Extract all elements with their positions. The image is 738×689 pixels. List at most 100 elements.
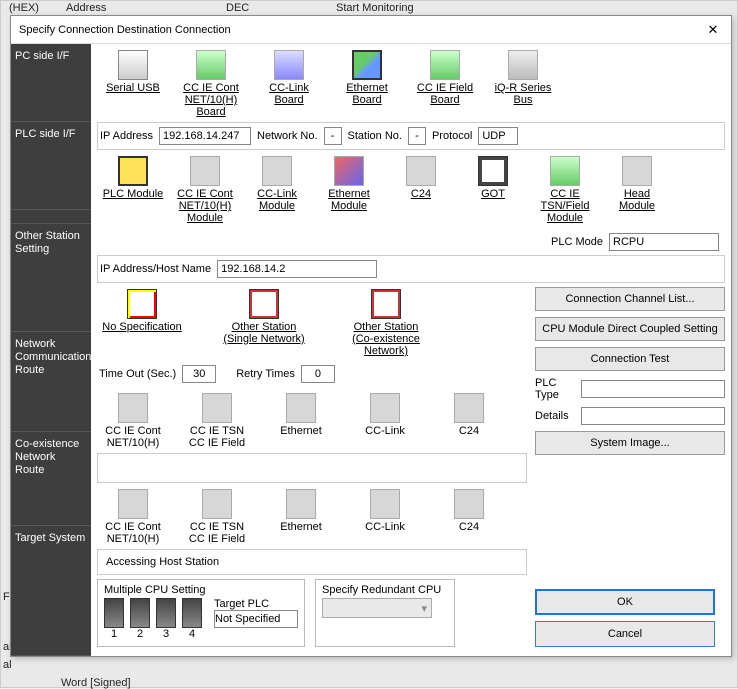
side-other: Other Station Setting [11,224,91,332]
icon-item[interactable]: GOT [461,156,525,200]
device-icon [249,289,279,319]
cpu-icon [104,598,124,628]
conn-channel-button[interactable]: Connection Channel List... [535,287,725,311]
icon-item[interactable]: CC-Link [353,489,417,533]
sysimg-button[interactable]: System Image... [535,431,725,455]
cpu-number: 2 [130,628,150,640]
icon-item[interactable]: Other Station (Co-existence Network) [345,289,427,357]
icon-item[interactable]: Other Station (Single Network) [223,289,305,345]
netno-label: Network No. [257,130,318,142]
direct-coupled-button[interactable]: CPU Module Direct Coupled Setting [535,317,725,341]
cpu-slot[interactable]: 2 [130,598,150,640]
device-icon [454,489,484,519]
icon-label: CC IE Cont NET/10(H) [101,521,165,545]
dialog-title: Specify Connection Destination Connectio… [19,24,231,36]
side-netroute: Network Communication Route [11,332,91,432]
device-icon [370,393,400,423]
device-icon [127,289,157,319]
cpu-icon [130,598,150,628]
icon-label: CC-Link [365,521,405,533]
cpu-slot[interactable]: 3 [156,598,176,640]
host-input[interactable] [217,260,377,278]
icon-item[interactable]: CC IE TSN/Field Module [533,156,597,224]
icon-label: Ethernet [280,425,322,437]
icon-item[interactable]: CC IE Cont NET/10(H) [101,393,165,449]
device-icon [550,156,580,186]
icon-item[interactable]: iQ-R Series Bus [491,50,555,106]
stano-label: Station No. [348,130,402,142]
device-icon [202,393,232,423]
plctype-input[interactable] [581,380,725,398]
icon-item[interactable]: CC-Link Module [245,156,309,212]
device-icon [334,156,364,186]
icon-label: Ethernet Module [317,188,381,212]
device-icon [406,156,436,186]
icon-item[interactable]: CC IE Cont NET/10(H) Module [173,156,237,224]
icon-item[interactable]: C24 [437,489,501,533]
icon-label: Serial USB [106,82,160,94]
details-input[interactable] [581,407,725,425]
side-pc: PC side I/F [11,44,91,122]
cpu-slot[interactable]: 4 [182,598,202,640]
icon-item[interactable]: CC IE TSN CC IE Field [185,489,249,545]
host-status: Accessing Host Station [106,556,219,568]
bg-address: Address [66,2,106,14]
icon-item[interactable]: Serial USB [101,50,165,94]
close-icon[interactable]: ✕ [703,20,723,40]
icon-label: CC IE Cont NET/10(H) Board [179,82,243,118]
device-icon [430,50,460,80]
icon-item[interactable]: No Specification [101,289,183,333]
titlebar: Specify Connection Destination Connectio… [11,16,731,44]
device-icon [370,489,400,519]
device-icon [478,156,508,186]
stano-input[interactable] [408,127,426,145]
icon-label: C24 [459,521,479,533]
conn-test-button[interactable]: Connection Test [535,347,725,371]
icon-label: GOT [481,188,505,200]
icon-item[interactable]: C24 [437,393,501,437]
other-row: No Specification Other Station (Single Ne… [97,287,527,361]
retry-label: Retry Times [236,368,295,380]
icon-item[interactable]: Head Module [605,156,669,212]
icon-label: C24 [411,188,431,200]
icon-item[interactable]: Ethernet Board [335,50,399,106]
ipaddr-input[interactable] [159,127,251,145]
bg-startmon: Start Monitoring [336,2,414,14]
cpu-icon [182,598,202,628]
netno-input[interactable] [324,127,342,145]
device-icon [352,50,382,80]
icon-label: C24 [459,425,479,437]
device-icon [262,156,292,186]
icon-item[interactable]: CC IE Cont NET/10(H) [101,489,165,545]
device-icon [118,50,148,80]
icon-item[interactable]: Ethernet [269,489,333,533]
cpu-slot[interactable]: 1 [104,598,124,640]
icon-label: CC IE Cont NET/10(H) [101,425,165,449]
icon-item[interactable]: C24 [389,156,453,200]
icon-item[interactable]: CC-Link Board [257,50,321,106]
plcmode-input[interactable] [609,233,719,251]
icon-label: CC-Link Module [245,188,309,212]
redund-dropdown[interactable] [322,598,432,618]
netroute-row: CC IE Cont NET/10(H) CC IE TSN CC IE Fiel… [97,391,527,453]
ipaddr-label: IP Address [100,130,153,142]
proto-input[interactable] [478,127,518,145]
timeout-input[interactable] [182,365,216,383]
plcside-row: PLC Module CC IE Cont NET/10(H) Module CC-… [97,154,725,228]
bg-word: Word [Signed] [61,677,131,689]
icon-item[interactable]: CC IE Cont NET/10(H) Board [179,50,243,118]
icon-item[interactable]: Ethernet Module [317,156,381,212]
device-icon [196,50,226,80]
ok-button[interactable]: OK [535,589,715,615]
targetplc-input[interactable] [214,610,298,628]
icon-item[interactable]: CC-Link [353,393,417,437]
icon-item[interactable]: CC IE Field Board [413,50,477,106]
icon-item[interactable]: Ethernet [269,393,333,437]
icon-label: Ethernet Board [335,82,399,106]
retry-input[interactable] [301,365,335,383]
icon-item[interactable]: PLC Module [101,156,165,200]
device-icon [274,50,304,80]
icon-label: PLC Module [103,188,164,200]
icon-item[interactable]: CC IE TSN CC IE Field [185,393,249,449]
cancel-button[interactable]: Cancel [535,621,715,647]
